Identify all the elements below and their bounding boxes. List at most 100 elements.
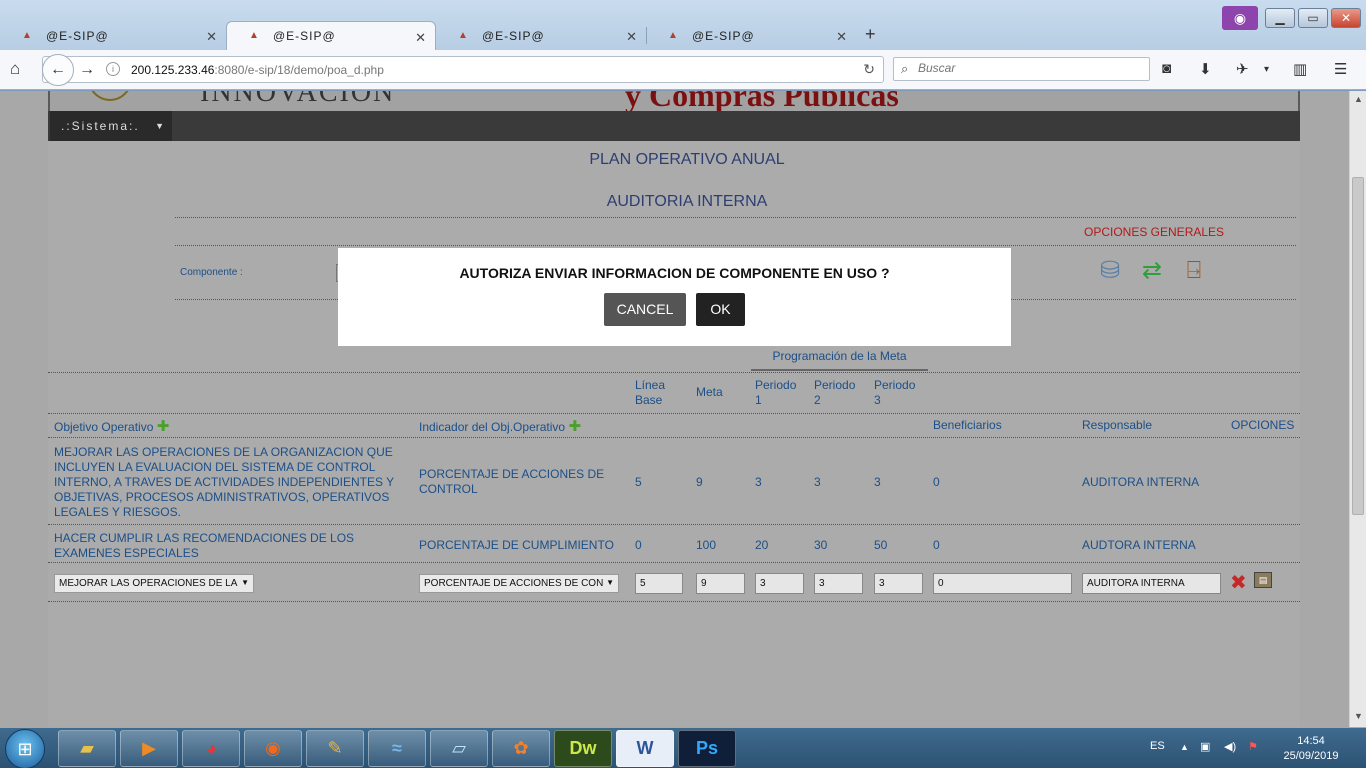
xampp-icon[interactable]: ✿ xyxy=(492,730,550,767)
row-1-periodo-2: 3 xyxy=(814,475,821,489)
beneficiarios-input[interactable]: 0 xyxy=(933,573,1072,594)
notepad-icon[interactable]: ▱ xyxy=(430,730,488,767)
browser-tab-2[interactable]: ▲ @E-SIP@ ✕ xyxy=(226,21,436,50)
linea-base-input[interactable]: 5 xyxy=(635,573,683,594)
ok-button[interactable]: OK xyxy=(696,293,745,326)
page-subtitle: AUDITORIA INTERNA xyxy=(606,193,768,210)
word-icon[interactable]: W xyxy=(616,730,674,767)
table-divider xyxy=(48,413,1300,414)
row-2-periodo-1: 20 xyxy=(755,538,769,552)
site-info-icon[interactable]: i xyxy=(106,62,120,76)
dolphin-app-icon[interactable]: ≈ xyxy=(368,730,426,767)
save-print-icon[interactable]: ▤ xyxy=(1254,572,1272,588)
tab-title: @E-SIP@ xyxy=(46,28,109,43)
addon-icon[interactable]: ✈ xyxy=(1236,60,1249,78)
delete-icon[interactable]: ✖ xyxy=(1230,570,1247,595)
menu-icon[interactable]: ☰ xyxy=(1334,60,1347,78)
page-scrollbar[interactable]: ▲ ▼ xyxy=(1349,91,1366,727)
column-header-responsable: Responsable xyxy=(1082,418,1153,432)
close-tab-icon[interactable]: ✕ xyxy=(626,29,638,45)
column-header-opciones: OPCIONES xyxy=(1231,418,1295,432)
dreamweaver-icon[interactable]: Dw xyxy=(554,730,612,767)
header-banner: INNOVACION y Compras Publicas xyxy=(48,91,1300,111)
url-text[interactable]: 200.125.233.46:8080/e-sip/18/demo/poa_d.… xyxy=(131,63,384,77)
search-bar[interactable]: ⌕ xyxy=(893,57,1150,81)
periodo-3-input[interactable]: 3 xyxy=(874,573,923,594)
system-menu-button[interactable]: .:Sistema:. ▼ xyxy=(50,111,172,141)
objetivo-select[interactable]: MEJORAR LAS OPERACIONES DE LA ▼ xyxy=(54,574,254,593)
row-1-beneficiarios: 0 xyxy=(933,475,940,489)
site-favicon-icon: ▲ xyxy=(458,29,469,41)
volume-icon[interactable]: ◀) xyxy=(1224,740,1236,753)
confirm-dialog: AUTORIZA ENVIAR INFORMACION DE COMPONENT… xyxy=(338,248,1011,346)
row-1-meta: 9 xyxy=(696,475,703,489)
row-1-linea-base: 5 xyxy=(635,475,642,489)
download-icon[interactable]: ⬇ xyxy=(1199,60,1212,78)
media-player-icon[interactable]: ▶ xyxy=(120,730,178,767)
browser-navbar: ⌂ ← → i 200.125.233.46:8080/e-sip/18/dem… xyxy=(0,50,1366,90)
paint-icon[interactable]: ✎ xyxy=(306,730,364,767)
language-indicator[interactable]: ES xyxy=(1150,740,1165,752)
cancel-button[interactable]: CANCEL xyxy=(604,293,686,326)
row-1-indicador: PORCENTAJE DE ACCIONES DE CONTROL xyxy=(419,467,605,496)
row-2-objetivo: HACER CUMPLIR LAS RECOMENDACIONES DE LOS… xyxy=(54,531,355,560)
component-label: Componente : xyxy=(180,267,243,278)
banner-left-text: INNOVACION xyxy=(200,91,396,108)
indicador-select[interactable]: PORCENTAJE DE ACCIONES DE CON ▼ xyxy=(419,574,619,593)
browser-tab-4[interactable]: ▲ @E-SIP@ ✕ xyxy=(646,21,856,50)
start-button[interactable]: ⊞ xyxy=(5,729,45,768)
url-bar[interactable]: ← → i 200.125.233.46:8080/e-sip/18/demo/… xyxy=(42,54,884,86)
minimize-window-button[interactable]: ▁ xyxy=(1265,8,1295,28)
responsable-input[interactable]: AUDITORA INTERNA xyxy=(1082,573,1221,594)
action-center-icon[interactable]: ⚑ xyxy=(1248,740,1258,753)
table-divider xyxy=(48,437,1300,438)
close-tab-icon[interactable]: ✕ xyxy=(415,30,427,46)
row-2-beneficiarios: 0 xyxy=(933,538,940,552)
browser-tab-1[interactable]: ▲ @E-SIP@ ✕ xyxy=(0,21,226,50)
refresh-icon[interactable]: ⇄ xyxy=(1136,255,1168,287)
back-button[interactable]: ← xyxy=(42,54,74,86)
close-tab-icon[interactable]: ✕ xyxy=(206,29,218,45)
scrollbar-thumb[interactable] xyxy=(1352,177,1364,515)
divider xyxy=(175,217,1296,218)
tray-expand-icon[interactable]: ▲ xyxy=(1180,742,1189,752)
add-indicador-icon[interactable]: ✚ xyxy=(568,418,581,435)
table-divider xyxy=(48,562,1300,563)
reload-icon[interactable]: ↻ xyxy=(863,61,875,78)
scroll-up-icon[interactable]: ▲ xyxy=(1354,94,1363,104)
table-divider xyxy=(48,524,1300,525)
network-icon[interactable]: ▣ xyxy=(1200,740,1210,753)
new-tab-icon[interactable]: + xyxy=(865,24,876,45)
close-tab-icon[interactable]: ✕ xyxy=(836,29,848,45)
row-1-periodo-1: 3 xyxy=(755,475,762,489)
browser-tab-3[interactable]: ▲ @E-SIP@ ✕ xyxy=(436,21,646,50)
close-window-button[interactable]: ✕ xyxy=(1331,8,1361,28)
firefox-icon[interactable]: ◉ xyxy=(244,730,302,767)
add-objetivo-icon[interactable]: ✚ xyxy=(157,418,170,435)
browser-tabbar: ▲ @E-SIP@ ✕ ▲ @E-SIP@ ✕ ▲ @E-SIP@ ✕ ▲ @E… xyxy=(0,0,1366,50)
database-upload-icon[interactable]: ⛁ xyxy=(1094,255,1126,287)
periodo-2-input[interactable]: 3 xyxy=(814,573,863,594)
row-2-periodo-2: 30 xyxy=(814,538,828,552)
site-favicon-icon: ▲ xyxy=(668,29,679,41)
pocket-icon[interactable]: ◙ xyxy=(1162,60,1171,77)
home-icon[interactable]: ⌂ xyxy=(10,59,20,79)
scroll-down-icon[interactable]: ▼ xyxy=(1354,711,1363,721)
system-menubar: .:Sistema:. ▼ xyxy=(48,111,1300,141)
photoshop-icon[interactable]: Ps xyxy=(678,730,736,767)
clock[interactable]: 14:54 25/09/2019 xyxy=(1276,734,1346,764)
sidebar-icon[interactable]: ▥ xyxy=(1293,60,1307,78)
maximize-window-button[interactable]: ▭ xyxy=(1298,8,1328,28)
chrome-icon[interactable]: ◕ xyxy=(182,730,240,767)
tab-title: @E-SIP@ xyxy=(692,28,755,43)
addon-dropdown-icon[interactable]: ▾ xyxy=(1264,64,1269,75)
exit-door-icon[interactable]: ⍈ xyxy=(1178,255,1210,287)
system-menu-label: .:Sistema:. xyxy=(61,119,140,133)
file-explorer-icon[interactable]: ▰ xyxy=(58,730,116,767)
row-2-periodo-3: 50 xyxy=(874,538,888,552)
periodo-1-input[interactable]: 3 xyxy=(755,573,804,594)
forward-button[interactable]: → xyxy=(79,61,95,79)
tab-title: @E-SIP@ xyxy=(482,28,545,43)
meta-input[interactable]: 9 xyxy=(696,573,745,594)
search-input[interactable] xyxy=(918,61,1138,75)
